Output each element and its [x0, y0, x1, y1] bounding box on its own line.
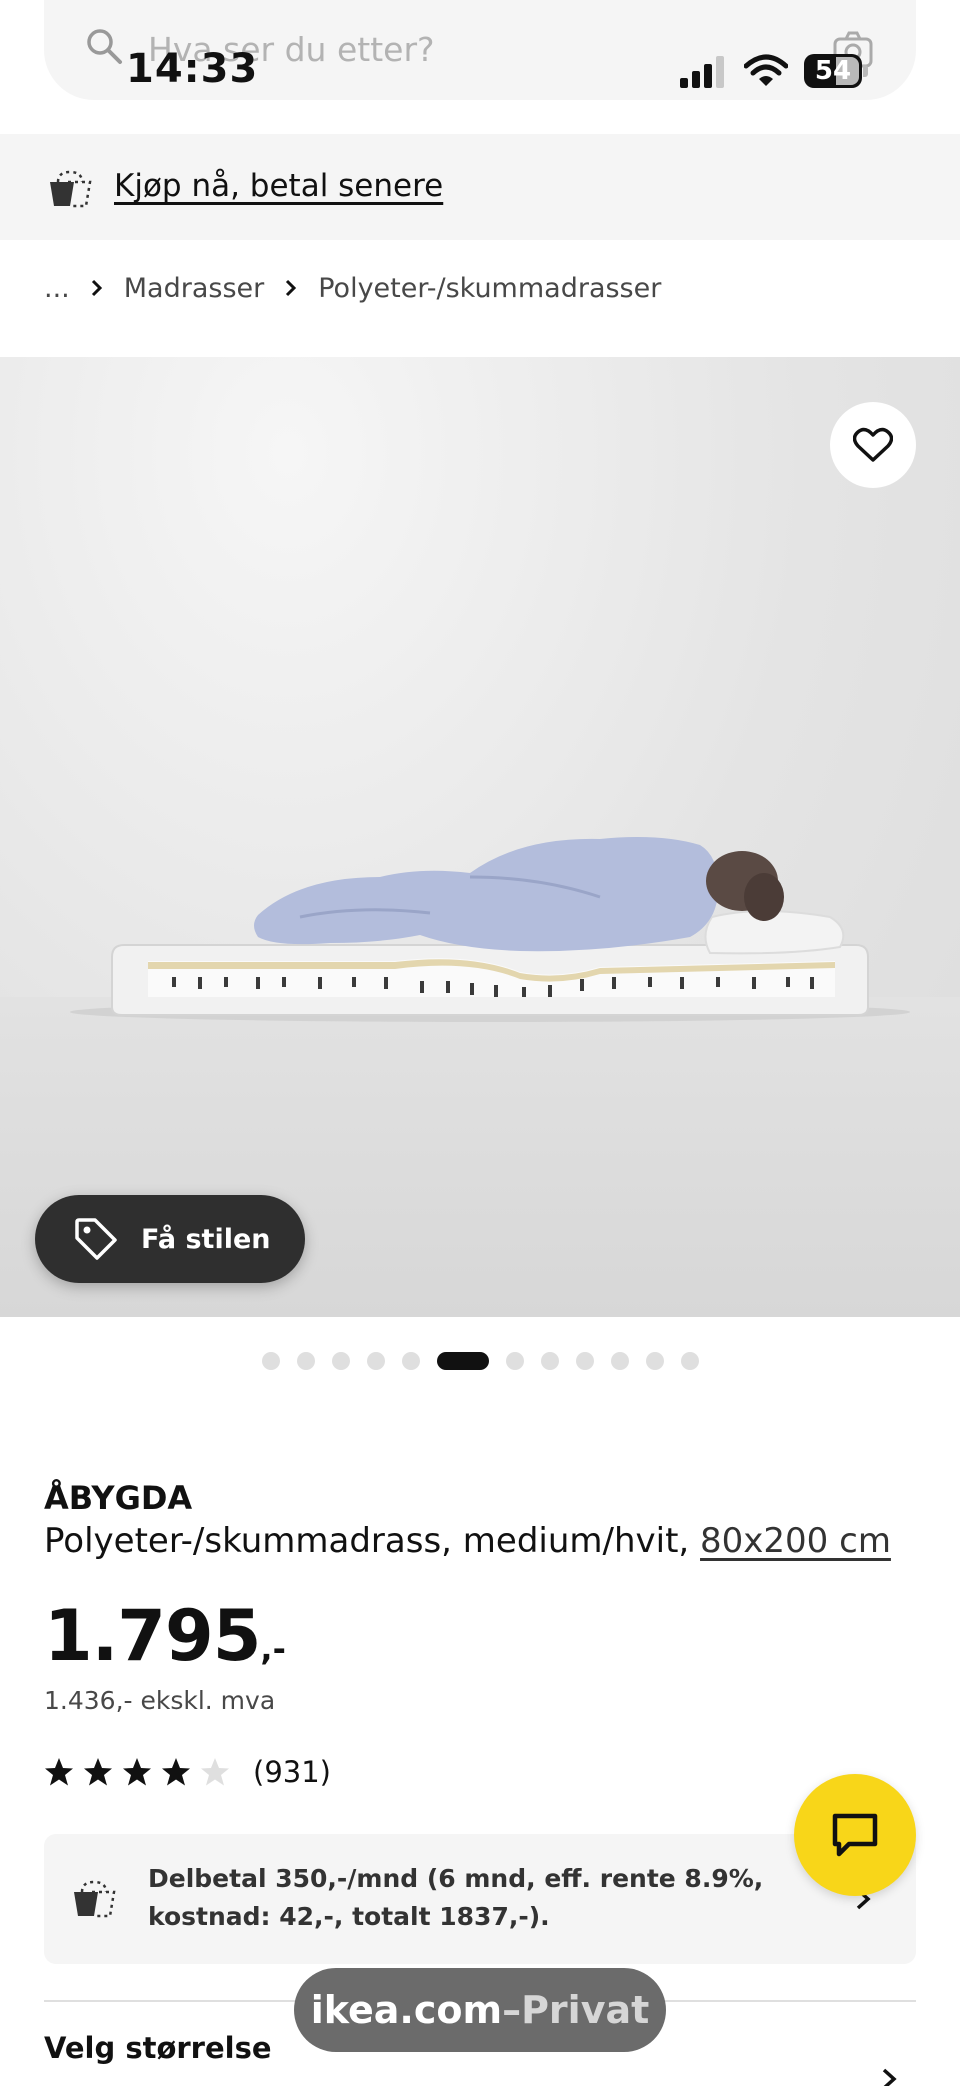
- star-filled-icon: [45, 1758, 73, 1786]
- breadcrumb-polyeter-skummadrasser[interactable]: Polyeter-/skummadrasser: [318, 273, 661, 304]
- installment-text: Delbetal 350,-/mnd (6 mnd, eff. rente 8.…: [148, 1864, 764, 1931]
- review-count: (931): [253, 1755, 331, 1789]
- gallery-dot[interactable]: [296, 1352, 315, 1370]
- product-image-gallery[interactable]: Få stilen: [0, 357, 960, 1317]
- wifi-icon: [744, 54, 788, 86]
- chat-button[interactable]: [794, 1774, 916, 1896]
- gallery-dot[interactable]: [680, 1352, 699, 1370]
- payment-bag-icon: [74, 1880, 116, 1918]
- product-rating[interactable]: (931): [44, 1752, 331, 1792]
- search-icon[interactable]: [84, 26, 124, 66]
- gallery-dot-active[interactable]: [436, 1352, 489, 1370]
- cellular-signal-icon: [680, 56, 724, 88]
- price-excluding-vat: 1.436,- ekskl. mva: [44, 1686, 276, 1715]
- gallery-dot[interactable]: [331, 1352, 350, 1370]
- chevron-right-icon: [82, 268, 112, 308]
- star-empty-icon: [201, 1758, 229, 1786]
- battery-indicator: 54: [804, 54, 868, 88]
- browser-domain: ikea.com: [310, 1988, 503, 2032]
- tag-icon: [75, 1218, 117, 1260]
- product-price: 1.795,-: [44, 1594, 286, 1697]
- breadcrumb-madrasser[interactable]: Madrasser: [124, 273, 264, 304]
- chevron-right-icon: [276, 268, 306, 308]
- gallery-dot[interactable]: [610, 1352, 629, 1370]
- star-filled-icon: [123, 1758, 151, 1786]
- star-filled-icon: [84, 1758, 112, 1786]
- browser-mode-separator: –: [502, 1988, 522, 2032]
- breadcrumb-ellipsis[interactable]: ...: [44, 273, 70, 304]
- product-type: Polyeter-/skummadrass, medium/hvit,: [44, 1521, 701, 1561]
- gallery-dot[interactable]: [261, 1352, 280, 1370]
- favorite-button[interactable]: [830, 402, 916, 488]
- chat-bubble-icon: [832, 1813, 878, 1857]
- price-main: 1.795: [44, 1595, 261, 1677]
- product-photo-mattress: [70, 837, 910, 1022]
- size-link[interactable]: 80x200 cm: [700, 1521, 891, 1561]
- gallery-dot[interactable]: [366, 1352, 385, 1370]
- product-description: Polyeter-/skummadrass, medium/hvit, 80x2…: [44, 1518, 891, 1564]
- browser-mode: Privat: [521, 1988, 650, 2032]
- heart-icon: [853, 427, 893, 462]
- payment-bag-icon: [50, 170, 92, 208]
- promo-banner: Kjøp nå, betal senere: [0, 134, 960, 240]
- installment-offer[interactable]: Delbetal 350,-/mnd (6 mnd, eff. rente 8.…: [44, 1834, 916, 1964]
- gallery-dot[interactable]: [575, 1352, 594, 1370]
- gallery-dot[interactable]: [401, 1352, 420, 1370]
- product-name: ÅBYGDA: [44, 1479, 193, 1517]
- gallery-dot[interactable]: [505, 1352, 524, 1370]
- buy-now-pay-later-link[interactable]: Kjøp nå, betal senere: [114, 164, 443, 208]
- get-the-style-button[interactable]: Få stilen: [35, 1195, 305, 1283]
- gallery-dot[interactable]: [645, 1352, 664, 1370]
- get-the-style-label: Få stilen: [141, 1223, 271, 1255]
- gallery-dot[interactable]: [540, 1352, 559, 1370]
- star-filled-icon: [162, 1758, 190, 1786]
- battery-level: 54: [814, 56, 852, 86]
- gallery-pagination[interactable]: [0, 1350, 960, 1372]
- browser-private-indicator: ikea.com – Privat: [294, 1968, 666, 2052]
- chevron-right-icon[interactable]: [874, 2064, 904, 2086]
- breadcrumb: ... Madrasser Polyeter-/skummadrasser: [44, 268, 661, 308]
- status-time: 14:33: [126, 46, 259, 92]
- choose-size-heading[interactable]: Velg størrelse: [44, 2026, 272, 2070]
- price-suffix: ,-: [260, 1630, 286, 1668]
